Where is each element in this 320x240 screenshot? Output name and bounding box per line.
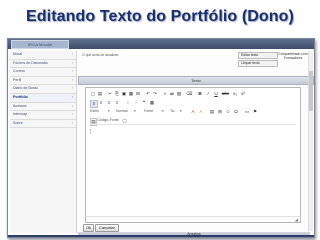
chevron-right-icon: ›	[71, 86, 73, 91]
copy-icon[interactable]: ⎘	[114, 91, 120, 97]
sidebar-item[interactable]: Correio ›	[10, 68, 76, 77]
sidebar: Mural › Fórums de Discussão › Correio › Perfil…	[10, 51, 77, 233]
template-icon[interactable]: ▤	[97, 91, 103, 97]
sidebar-item-label: Diário de Bordo	[13, 86, 38, 91]
special-char-icon[interactable]: Ω	[233, 109, 239, 115]
remove-format-icon[interactable]: ⌫	[186, 91, 193, 97]
new-doc-icon[interactable]: ▢	[90, 91, 96, 97]
main-content: O que acha de atualizar. Editar texto Li…	[78, 51, 314, 235]
chevron-right-icon: ›	[71, 120, 73, 125]
format-button[interactable]: I	[205, 91, 211, 97]
chevron-right-icon: ›	[71, 69, 73, 74]
numbered-list-icon[interactable]: ⁝	[125, 100, 131, 106]
ok-button[interactable]: Ok	[83, 224, 94, 232]
bg-color-icon[interactable]: A	[198, 109, 204, 115]
format-chevron-down-icon[interactable]: ▾	[134, 109, 136, 113]
sidebar-item-label: Fórums de Discussão	[13, 60, 48, 65]
size-select[interactable]: Ta...	[170, 109, 177, 114]
screenshot-window: IFICA Moodle Mural › Fórums de Discussão › C…	[7, 38, 315, 238]
sidebar-item[interactable]: Portfólio ›	[10, 93, 76, 103]
panel-header: Texto	[78, 76, 314, 85]
blockquote-icon[interactable]: ❝	[141, 100, 147, 106]
size-chevron-down-icon[interactable]: ▾	[180, 109, 182, 113]
replace-icon[interactable]: ⇄	[169, 91, 175, 97]
cancel-button[interactable]: Cancelar	[95, 224, 119, 232]
sidebar-item[interactable]: Fórums de Discussão ›	[10, 60, 76, 69]
sidebar-item[interactable]: Sobre ›	[10, 120, 76, 129]
smiley-icon[interactable]: ☺	[225, 109, 231, 115]
top-bar: IFICA Moodle	[8, 39, 314, 49]
chevron-right-icon: ›	[71, 77, 73, 82]
line-icon[interactable]: ▭	[244, 109, 250, 115]
app-logo: IFICA Moodle	[11, 40, 69, 49]
sidebar-item[interactable]: Acessos ›	[10, 103, 76, 112]
sidebar-item[interactable]: Perfil ›	[10, 77, 76, 86]
paste-icon[interactable]: ▣	[121, 91, 127, 97]
footer-bar	[8, 235, 314, 237]
sidebar-item[interactable]: Mural ›	[10, 51, 76, 60]
image-icon[interactable]: ▤	[209, 109, 215, 115]
align-justify-icon[interactable]: ≡	[114, 100, 120, 106]
source-button[interactable]: Código-Fonte	[97, 118, 119, 123]
toolbar-row-1: ▢ ▤ ✂ ⎘ ▣ ▦ W ↶ ↷ ⌕ ⇄ ▧ ⌫ B I Uabc x₂ x²	[86, 90, 300, 98]
editor-content[interactable]: ¦	[90, 124, 296, 219]
font-chevron-down-icon[interactable]: ▾	[162, 109, 164, 113]
chevron-right-icon: ›	[71, 52, 73, 56]
cut-icon[interactable]: ✂	[107, 91, 113, 97]
sidebar-item-label: Acessos	[13, 103, 27, 108]
format-button[interactable]: abc	[221, 91, 230, 97]
paste-text-icon[interactable]: ▦	[128, 91, 134, 97]
scrollbar-thumb[interactable]	[309, 71, 313, 111]
format-button[interactable]: U	[213, 91, 219, 97]
format-select[interactable]: Normal	[116, 109, 128, 114]
slide-title: Editando Texto do Portfólio (Dono)	[26, 8, 294, 25]
sidebar-item-label: Intermap	[13, 112, 28, 117]
edit-text-button[interactable]: Editar texto	[238, 52, 278, 59]
sidebar-item-label: Sobre	[13, 120, 23, 125]
chevron-right-icon: ›	[71, 94, 73, 99]
resize-handle-icon[interactable]: ◢	[295, 217, 298, 222]
chevron-right-icon: ›	[71, 103, 73, 108]
actions-box: Editar texto Limpar texto Compartilhado …	[238, 51, 310, 73]
undo-icon[interactable]: ↶	[145, 91, 151, 97]
text-cursor: ¦	[90, 129, 92, 135]
style-select[interactable]: Estilo	[90, 109, 99, 114]
paste-word-icon[interactable]: W	[135, 91, 141, 97]
toolbar-row-3: Estilo ▾ Normal ▾ Fonte ▾ Ta... ▾ A A ▤ ⊞ ☺ Ω…	[86, 108, 300, 116]
style-chevron-down-icon[interactable]: ▾	[108, 109, 110, 113]
find-icon[interactable]: ⌕	[162, 91, 168, 97]
shared-link[interactable]: Compartilhado com Formadores	[278, 52, 308, 60]
clear-text-button[interactable]: Limpar texto	[238, 60, 278, 67]
format-button[interactable]: x₂	[232, 91, 238, 97]
toolbar-row-2: ≡ ≡ ≡ ≡ ⁝ ⋮ ❝ ▦	[86, 99, 300, 108]
table-icon[interactable]: ▦	[149, 100, 155, 106]
redo-icon[interactable]: ↷	[152, 91, 158, 97]
sidebar-item-label: Portfólio	[13, 94, 28, 99]
sidebar-item-label: Correio	[13, 69, 25, 74]
chevron-right-icon: ›	[71, 60, 73, 65]
flag-icon[interactable]: ⚑	[252, 109, 258, 115]
table-insert-icon[interactable]: ⊞	[217, 109, 223, 115]
sidebar-item-label: Perfil	[13, 77, 22, 82]
editor-status-bar: ◢	[86, 216, 300, 222]
sidebar-item-label: Mural	[13, 52, 22, 56]
align-right-icon[interactable]: ≡	[106, 100, 112, 106]
bullet-list-icon[interactable]: ⋮	[133, 100, 139, 106]
rich-text-editor: ▢ ▤ ✂ ⎘ ▣ ▦ W ↶ ↷ ⌕ ⇄ ▧ ⌫ B I Uabc x₂ x² ≡ ≡ ≡ ≡ ⁝ ⋮ ❝ ▦ Estilo …	[85, 87, 301, 223]
sidebar-item[interactable]: Intermap ›	[10, 111, 76, 120]
select-all-icon[interactable]: ▧	[176, 91, 182, 97]
format-button[interactable]: B	[197, 91, 203, 97]
page-hint: O que acha de atualizar.	[82, 53, 119, 57]
chevron-right-icon: ›	[71, 112, 73, 117]
sidebar-item[interactable]: Diário de Bordo ›	[10, 85, 76, 94]
format-button[interactable]: x²	[240, 91, 246, 97]
font-select[interactable]: Fonte	[144, 109, 153, 114]
align-center-icon[interactable]: ≡	[98, 100, 104, 106]
text-color-icon[interactable]: A	[190, 109, 196, 115]
align-left-icon[interactable]: ≡	[90, 100, 98, 108]
scrollbar[interactable]	[308, 51, 313, 231]
